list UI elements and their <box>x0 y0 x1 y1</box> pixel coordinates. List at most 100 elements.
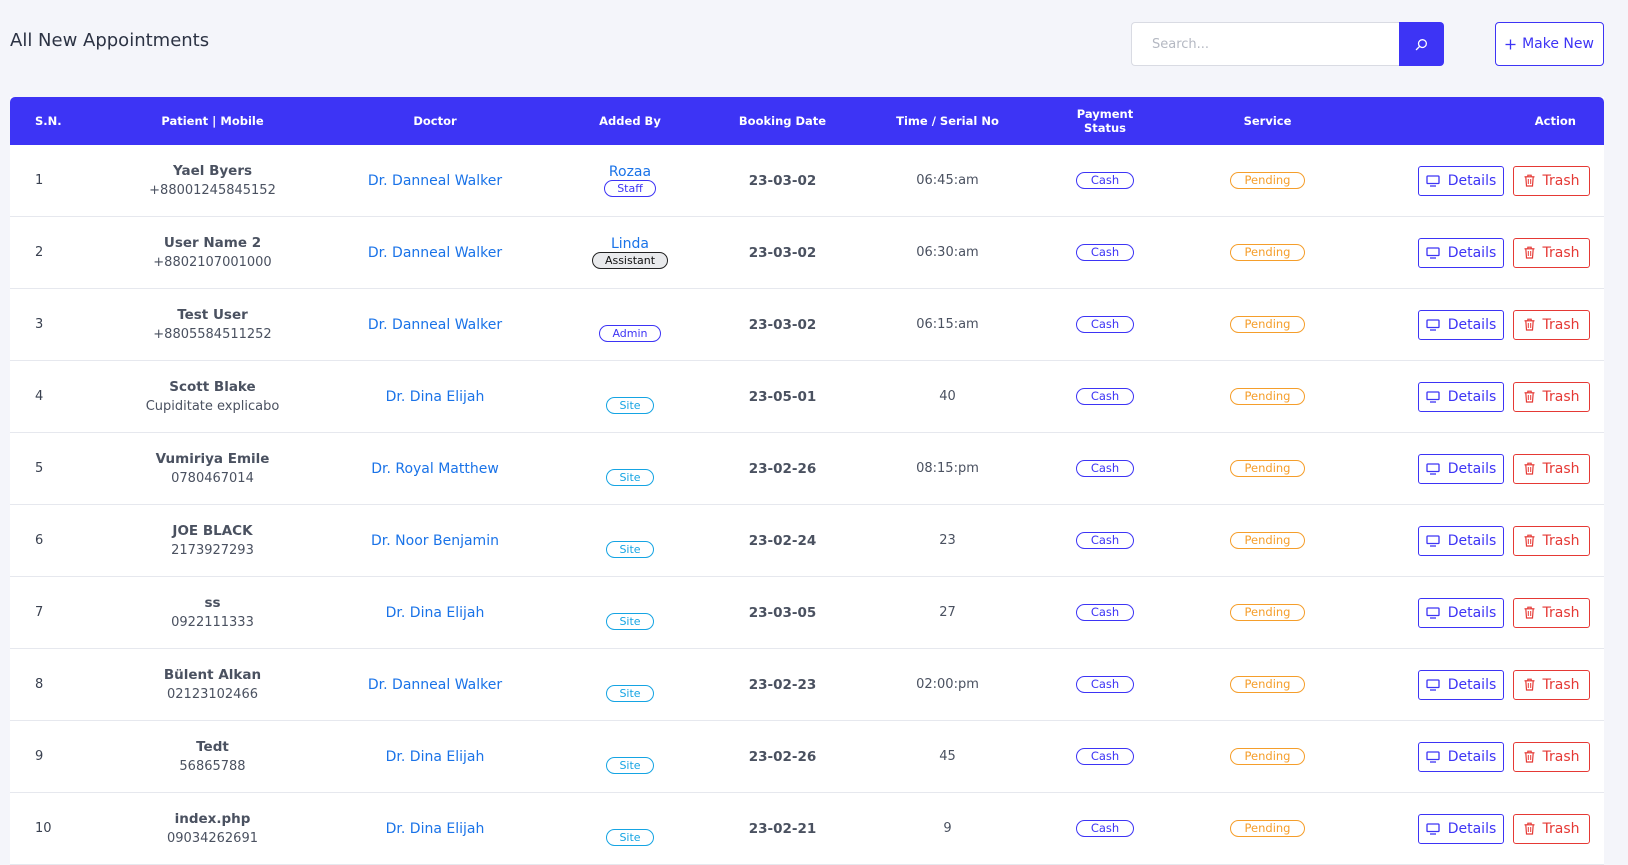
time-serial-cell: 23 <box>840 533 1055 548</box>
action-cell: Details Trash <box>1380 309 1604 340</box>
trash-button[interactable]: Trash <box>1513 237 1590 268</box>
trash-button[interactable]: Trash <box>1513 669 1590 700</box>
added-by-name[interactable] <box>535 380 725 397</box>
table-row: 8 Bülent Alkan 02123102466 Dr. Danneal W… <box>10 649 1604 721</box>
payment-status-cell: Cash <box>1055 172 1155 189</box>
trash-label: Trash <box>1542 532 1580 549</box>
added-by-cell: Site <box>535 668 725 702</box>
details-button[interactable]: Details <box>1418 813 1504 844</box>
added-by-name[interactable] <box>535 452 725 469</box>
added-by-name[interactable] <box>535 596 725 613</box>
added-by-role-badge: Site <box>606 612 654 630</box>
added-by-role-badge: Site <box>606 396 654 414</box>
search-button[interactable] <box>1399 22 1444 66</box>
trash-button[interactable]: Trash <box>1513 309 1590 340</box>
trash-icon <box>1524 606 1534 619</box>
trash-button[interactable]: Trash <box>1513 525 1590 556</box>
monitor-icon <box>1426 534 1440 547</box>
payment-status-badge: Cash <box>1075 748 1135 765</box>
patient-name: ss <box>204 595 221 611</box>
patient-name: Tedt <box>196 739 229 755</box>
details-button[interactable]: Details <box>1418 381 1504 412</box>
trash-button[interactable]: Trash <box>1513 813 1590 844</box>
payment-status-badge: Cash <box>1075 676 1135 693</box>
patient-mobile: +88001245845152 <box>149 183 276 198</box>
details-label: Details <box>1447 748 1497 765</box>
time-serial-cell: 08:15:pm <box>840 461 1055 476</box>
col-booking-date: Booking Date <box>738 114 827 128</box>
details-button[interactable]: Details <box>1418 309 1504 340</box>
table-row: 4 Scott Blake Cupiditate explicabo Dr. D… <box>10 361 1604 433</box>
doctor-cell: Dr. Dina Elijah <box>335 605 535 621</box>
added-by-name[interactable]: Rozaa <box>535 164 725 180</box>
row-sn: 6 <box>35 533 44 548</box>
doctor-link[interactable]: Dr. Dina Elijah <box>386 749 485 765</box>
row-sn: 2 <box>35 245 44 260</box>
col-patient: Patient | Mobile <box>161 114 264 128</box>
service-cell: Pending <box>1155 388 1380 405</box>
patient-mobile: 02123102466 <box>167 687 258 702</box>
search-icon <box>1415 38 1427 50</box>
patient-cell: Yael Byers +88001245845152 <box>90 163 335 198</box>
doctor-link[interactable]: Dr. Danneal Walker <box>368 677 502 693</box>
added-by-name[interactable] <box>535 524 725 541</box>
trash-icon <box>1524 462 1534 475</box>
payment-status-badge: Cash <box>1075 316 1135 333</box>
doctor-link[interactable]: Dr. Danneal Walker <box>368 173 502 189</box>
doctor-link[interactable]: Dr. Noor Benjamin <box>371 533 499 549</box>
time-serial: 08:15:pm <box>916 461 979 476</box>
doctor-link[interactable]: Dr. Dina Elijah <box>386 389 485 405</box>
booking-date: 23-05-01 <box>748 388 817 405</box>
added-by-role-badge: Site <box>606 684 654 702</box>
plus-icon <box>1505 39 1516 49</box>
doctor-cell: Dr. Danneal Walker <box>335 245 535 261</box>
time-serial: 06:45:am <box>916 173 979 188</box>
trash-button[interactable]: Trash <box>1513 453 1590 484</box>
doctor-cell: Dr. Royal Matthew <box>335 461 535 477</box>
col-action: Action <box>1534 114 1576 128</box>
doctor-link[interactable]: Dr. Dina Elijah <box>386 605 485 621</box>
payment-status-cell: Cash <box>1055 388 1155 405</box>
trash-label: Trash <box>1542 820 1580 837</box>
trash-button[interactable]: Trash <box>1513 381 1590 412</box>
time-serial: 06:15:am <box>916 317 979 332</box>
monitor-icon <box>1426 462 1440 475</box>
patient-mobile: 09034262691 <box>167 831 258 846</box>
added-by-name[interactable]: Linda <box>535 236 725 252</box>
table-row: 7 ss 0922111333 Dr. Dina Elijah Site 23-… <box>10 577 1604 649</box>
doctor-link[interactable]: Dr. Dina Elijah <box>386 821 485 837</box>
details-button[interactable]: Details <box>1418 453 1504 484</box>
time-serial-cell: 9 <box>840 821 1055 836</box>
added-by-name[interactable] <box>535 308 725 325</box>
booking-date-cell: 23-02-26 <box>725 749 840 765</box>
added-by-name[interactable] <box>535 740 725 757</box>
service-cell: Pending <box>1155 676 1380 693</box>
trash-button[interactable]: Trash <box>1513 165 1590 196</box>
added-by-name[interactable] <box>535 668 725 685</box>
search-input[interactable] <box>1131 22 1399 66</box>
patient-mobile: 0922111333 <box>171 615 254 630</box>
doctor-link[interactable]: Dr. Danneal Walker <box>368 245 502 261</box>
time-serial-cell: 02:00:pm <box>840 677 1055 692</box>
details-button[interactable]: Details <box>1418 741 1504 772</box>
trash-button[interactable]: Trash <box>1513 741 1590 772</box>
time-serial-cell: 06:30:am <box>840 245 1055 260</box>
details-button[interactable]: Details <box>1418 597 1504 628</box>
trash-icon <box>1524 750 1534 763</box>
doctor-link[interactable]: Dr. Royal Matthew <box>371 461 499 477</box>
trash-button[interactable]: Trash <box>1513 597 1590 628</box>
doctor-cell: Dr. Dina Elijah <box>335 749 535 765</box>
make-new-button[interactable]: Make New <box>1495 22 1604 66</box>
payment-status-badge: Cash <box>1075 460 1135 477</box>
details-button[interactable]: Details <box>1418 237 1504 268</box>
patient-cell: JOE BLACK 2173927293 <box>90 523 335 558</box>
details-button[interactable]: Details <box>1418 669 1504 700</box>
row-sn: 5 <box>35 461 44 476</box>
details-button[interactable]: Details <box>1418 525 1504 556</box>
doctor-link[interactable]: Dr. Danneal Walker <box>368 317 502 333</box>
payment-status-cell: Cash <box>1055 244 1155 261</box>
doctor-cell: Dr. Noor Benjamin <box>335 533 535 549</box>
details-button[interactable]: Details <box>1418 165 1504 196</box>
booking-date: 23-03-02 <box>748 172 817 189</box>
added-by-name[interactable] <box>535 812 725 829</box>
